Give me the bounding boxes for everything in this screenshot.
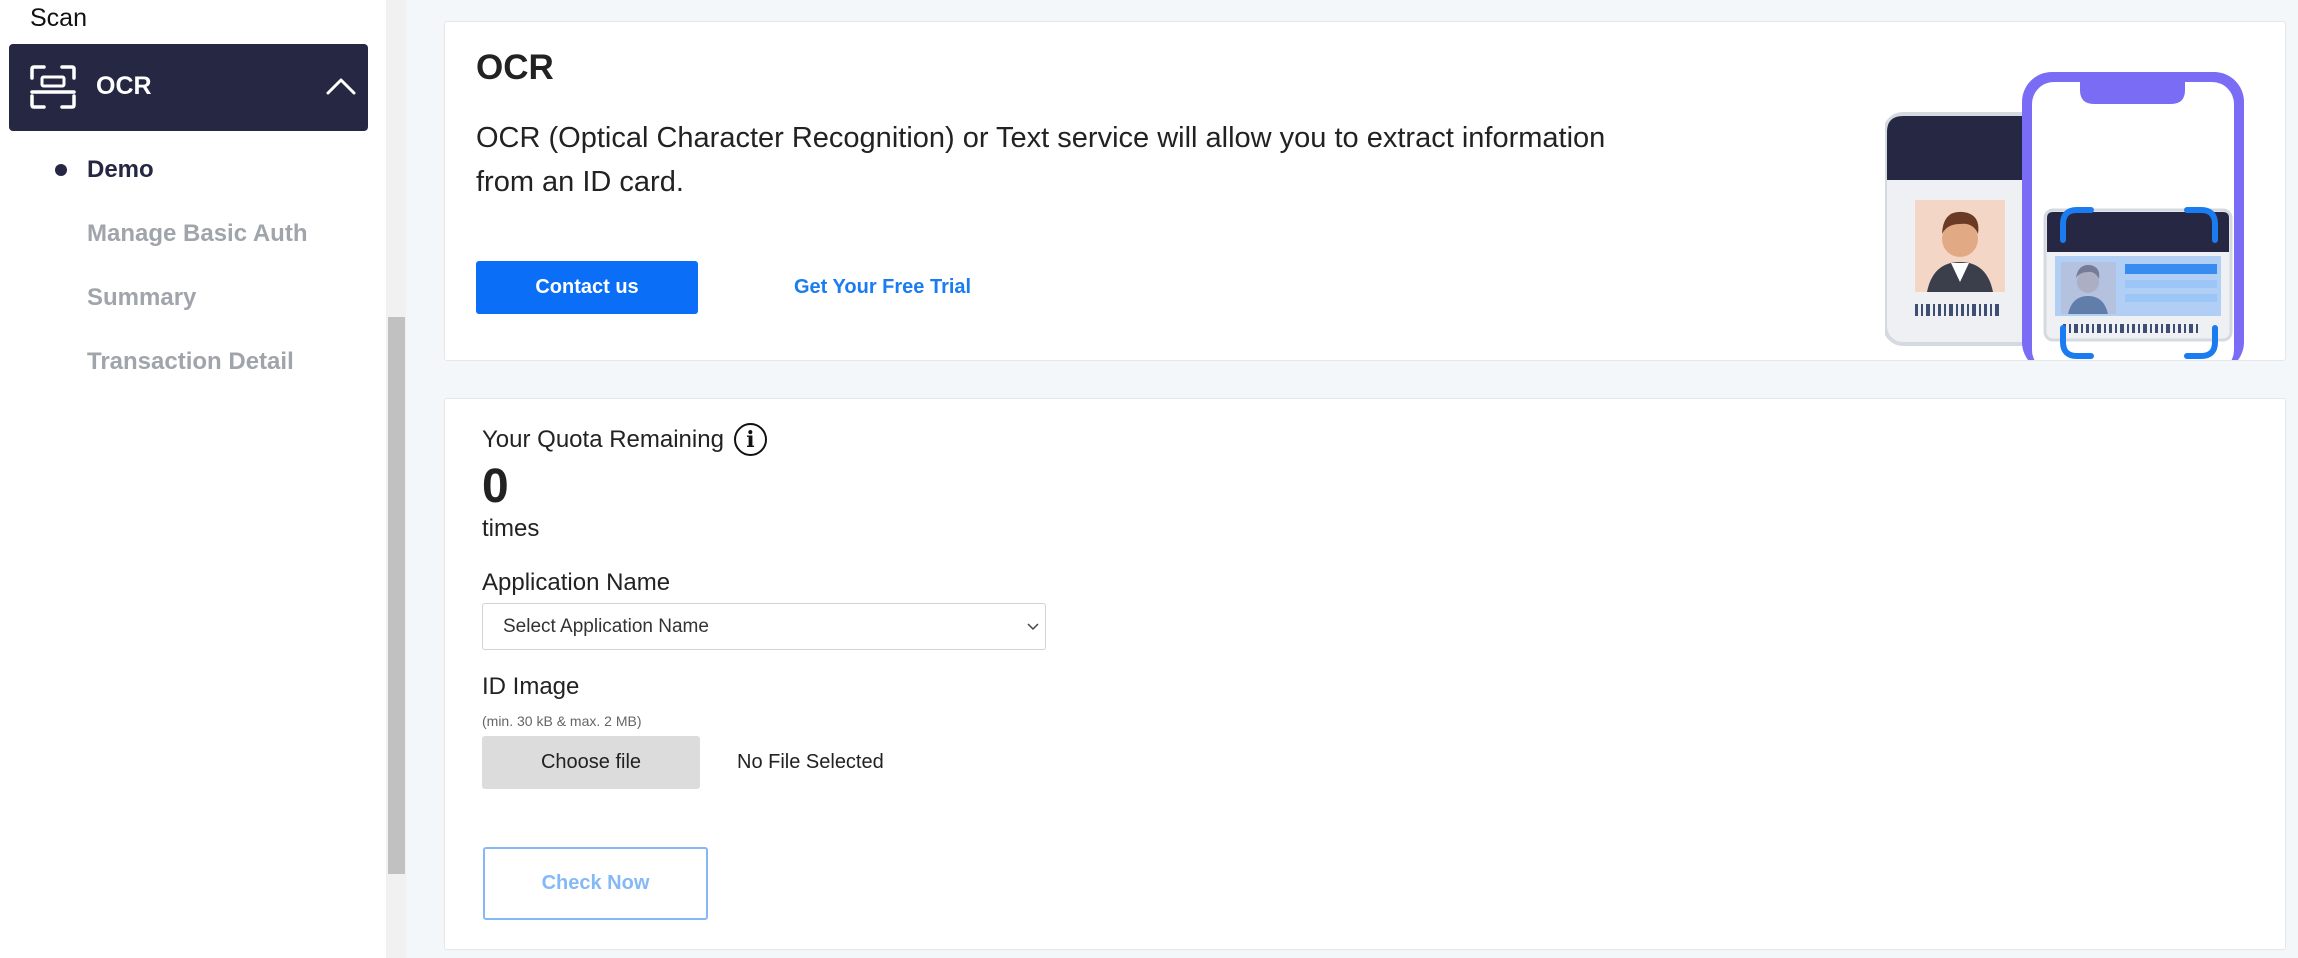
choose-file-button[interactable]: Choose file [482,736,700,789]
chevron-down-icon [1027,623,1039,631]
file-status: No File Selected [737,751,884,773]
check-now-button[interactable]: Check Now [483,847,708,920]
application-name-placeholder: Select Application Name [503,615,709,637]
sidebar-group-label: OCR [96,72,152,100]
sidebar-scrollbar-thumb[interactable] [388,317,405,874]
chevron-up-icon[interactable] [325,76,357,96]
hero-description: OCR (Optical Character Recognition) or T… [476,122,1606,198]
sidebar-item-transaction-detail[interactable]: Transaction Detail [87,348,294,376]
id-image-label: ID Image [482,673,580,700]
sidebar-group-ocr[interactable]: OCR [9,44,368,131]
scan-frame-icon [30,65,76,109]
quota-form-card: Your Quota Remaining i 0 times Applicati… [444,398,2286,950]
quota-label: Your Quota Remaining [482,425,724,453]
sidebar-item-demo[interactable]: Demo [87,156,154,184]
contact-us-button[interactable]: Contact us [476,261,698,314]
sidebar: Scan OCR Demo Manage Basic Auth Summary … [0,0,386,958]
application-name-label: Application Name [482,569,671,596]
sidebar-section-scan[interactable]: Scan [30,4,87,33]
sidebar-item-manage-basic-auth[interactable]: Manage Basic Auth [87,220,308,248]
sidebar-item-summary[interactable]: Summary [87,284,196,312]
hero-card: OCR OCR (Optical Character Recognition) … [444,21,2286,361]
application-name-select[interactable]: Select Application Name [482,603,1046,650]
info-icon[interactable]: i [733,423,767,456]
quota-label-row: Your Quota Remaining i [482,423,767,456]
id-card-scan-illustration [1885,72,2244,360]
free-trial-link[interactable]: Get Your Free Trial [794,276,971,299]
page-title: OCR [476,48,554,87]
active-dot-icon [55,164,67,176]
quota-value: 0 [482,460,509,513]
id-image-hint: (min. 30 kB & max. 2 MB) [482,713,642,729]
quota-unit: times [482,515,540,542]
